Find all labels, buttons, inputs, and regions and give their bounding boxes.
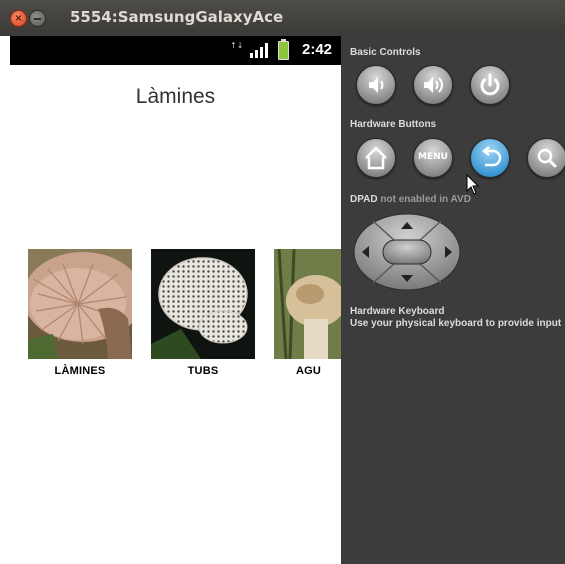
volume-up-icon [424, 77, 443, 93]
status-time: 2:42 [302, 41, 333, 58]
emulator-controls-panel: Basic Controls Hardware Buttons MENU DPA… [341, 36, 565, 564]
mushroom-gills-image [28, 249, 132, 359]
window-titlebar: × 5554:SamsungGalaxyAce [0, 0, 565, 36]
volume-up-button[interactable] [413, 65, 453, 105]
data-transfer-icon: ↑↓ [230, 41, 244, 50]
mouse-cursor-icon [466, 174, 480, 195]
hardware-keyboard-note: Use your physical keyboard to provide in… [350, 318, 562, 329]
gallery-label: TUBS [187, 365, 219, 377]
gallery[interactable]: LÀMINES TUBS AGU [28, 249, 341, 389]
gallery-item-tubs[interactable]: TUBS [151, 249, 255, 377]
gallery-label: AGU [296, 365, 322, 377]
battery-icon [278, 39, 289, 60]
signal-icon [250, 43, 270, 58]
dpad-label-prefix: DPAD [350, 194, 378, 205]
window-title: 5554:SamsungGalaxyAce [70, 8, 284, 26]
back-button[interactable] [470, 138, 510, 178]
phone-screen: ↑↓ 2:42 Làmines LÀMINES TUBS AGU [10, 36, 341, 564]
close-icon: × [14, 13, 23, 24]
power-button[interactable] [470, 65, 510, 105]
search-button[interactable] [527, 138, 565, 178]
power-icon [480, 73, 500, 96]
mushroom-pores-image [151, 249, 255, 359]
menu-button[interactable]: MENU [413, 138, 453, 178]
dpad-label: DPAD not enabled in AVD [350, 194, 471, 206]
mushroom-image [274, 249, 341, 359]
gallery-item-agu[interactable]: AGU [274, 249, 341, 377]
basic-controls-label: Basic Controls [350, 47, 421, 58]
gallery-label: LÀMINES [54, 365, 106, 377]
search-icon [537, 148, 557, 168]
dpad-status-note: not enabled in AVD [380, 194, 471, 205]
volume-down-button[interactable] [356, 65, 396, 105]
hardware-keyboard-label: Hardware Keyboard [350, 306, 445, 317]
status-bar: ↑↓ 2:42 [10, 36, 341, 65]
minimize-icon [34, 18, 41, 20]
dpad-control[interactable] [353, 213, 461, 291]
app-title: Làmines [135, 85, 216, 108]
hardware-buttons-label: Hardware Buttons [350, 119, 437, 130]
volume-down-icon [369, 77, 384, 93]
home-icon [365, 146, 387, 170]
window-minimize-button[interactable] [29, 10, 46, 27]
home-button[interactable] [356, 138, 396, 178]
gallery-item-lamines[interactable]: LÀMINES [28, 249, 132, 377]
window-close-button[interactable]: × [10, 10, 27, 27]
back-icon [481, 146, 502, 167]
menu-button-label: MENU [418, 152, 448, 162]
